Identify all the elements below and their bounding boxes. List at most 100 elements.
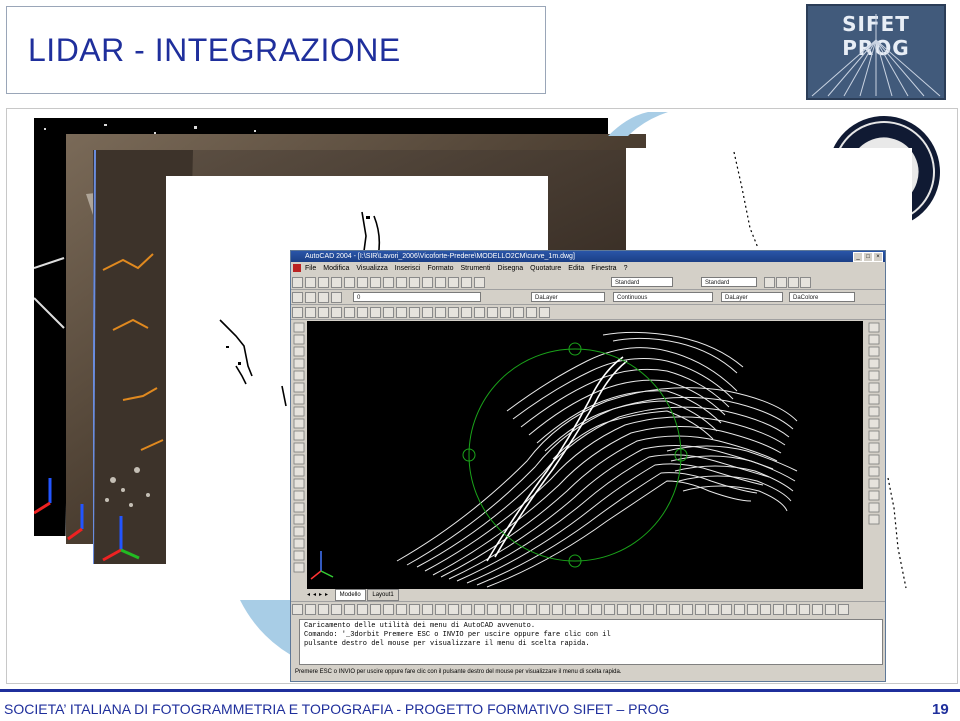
clip-icon[interactable] xyxy=(747,604,758,615)
autocad-titlebar[interactable]: AutoCAD 2004 - [I:\SIR\Lavori_2006\Vicof… xyxy=(291,251,885,262)
dim-quick-icon[interactable] xyxy=(513,604,524,615)
undo-icon[interactable] xyxy=(409,277,420,288)
dist-icon[interactable] xyxy=(764,277,775,288)
arc-icon[interactable] xyxy=(318,307,329,318)
ucs-world-icon[interactable] xyxy=(487,307,498,318)
ucs-view-icon[interactable] xyxy=(513,307,524,318)
circle-icon[interactable] xyxy=(331,307,342,318)
center-mark-icon[interactable] xyxy=(578,604,589,615)
gouraud-icon[interactable] xyxy=(812,604,823,615)
tolerance-icon[interactable] xyxy=(565,604,576,615)
snap-settings-icon[interactable] xyxy=(461,307,472,318)
render-icon-2[interactable] xyxy=(669,604,680,615)
dim-aligned-icon[interactable] xyxy=(448,604,459,615)
layer-select[interactable]: 0 xyxy=(353,292,481,302)
pan-3d-icon[interactable] xyxy=(734,604,745,615)
layer-bulb-icon[interactable] xyxy=(305,292,316,303)
dim-ordinate-icon[interactable] xyxy=(461,604,472,615)
snap-center-icon[interactable] xyxy=(383,307,394,318)
swivel-icon[interactable] xyxy=(708,604,719,615)
autocad-window[interactable]: AutoCAD 2004 - [I:\SIR\Lavori_2006\Vicof… xyxy=(290,250,886,682)
pan-icon[interactable] xyxy=(435,277,446,288)
ucs-3point-icon[interactable] xyxy=(539,307,550,318)
camera-icon[interactable] xyxy=(422,604,433,615)
ucs-origin-icon[interactable] xyxy=(526,307,537,318)
text-style-select[interactable]: Standard xyxy=(611,277,673,287)
color-select[interactable]: DaColore xyxy=(789,292,855,302)
wireframe-icon[interactable] xyxy=(786,604,797,615)
dim-continue-icon[interactable] xyxy=(539,604,550,615)
minimize-button[interactable]: _ xyxy=(853,252,863,262)
snap-quadrant-icon[interactable] xyxy=(396,307,407,318)
view-bottom-icon[interactable] xyxy=(305,604,316,615)
dim-update-icon[interactable] xyxy=(617,604,628,615)
menu-disegna[interactable]: Disegna xyxy=(497,265,523,272)
document-icon[interactable] xyxy=(293,264,301,273)
snap-perpendicular-icon[interactable] xyxy=(422,307,433,318)
shade-icon[interactable] xyxy=(643,604,654,615)
print-icon[interactable] xyxy=(331,277,342,288)
view-sw-iso-icon[interactable] xyxy=(370,604,381,615)
menu-strumenti[interactable]: Strumenti xyxy=(461,265,491,272)
tab-modello[interactable]: Modello xyxy=(334,589,366,601)
command-window[interactable]: Caricamento delle utilità dei menu di Au… xyxy=(299,619,883,665)
menu-help[interactable]: ? xyxy=(624,265,628,272)
free-orbit-icon[interactable] xyxy=(695,604,706,615)
snap-intersection-icon[interactable] xyxy=(370,307,381,318)
view-front-icon[interactable] xyxy=(344,604,355,615)
zoom-window-icon[interactable] xyxy=(461,277,472,288)
redo-icon[interactable] xyxy=(422,277,433,288)
layer-manager-icon[interactable] xyxy=(292,292,303,303)
properties-icon[interactable] xyxy=(474,277,485,288)
dim-text-edit-icon[interactable] xyxy=(604,604,615,615)
menu-file[interactable]: File xyxy=(305,265,316,272)
view-right-icon[interactable] xyxy=(331,604,342,615)
orbit-icon[interactable] xyxy=(800,277,811,288)
cut-icon[interactable] xyxy=(357,277,368,288)
line-icon[interactable] xyxy=(292,307,303,318)
linetype-select[interactable]: Continuous xyxy=(613,292,713,302)
menu-modifica[interactable]: Modifica xyxy=(323,265,349,272)
menu-visualizza[interactable]: Visualizza xyxy=(356,265,387,272)
view-se-iso-icon[interactable] xyxy=(383,604,394,615)
adjust-distance-icon[interactable] xyxy=(760,604,771,615)
render-icon[interactable] xyxy=(788,277,799,288)
orbit-icon-2[interactable] xyxy=(682,604,693,615)
view-nw-iso-icon[interactable] xyxy=(409,604,420,615)
view-left-icon[interactable] xyxy=(318,604,329,615)
dim-style-select[interactable]: Standard xyxy=(701,277,757,287)
view-back-icon[interactable] xyxy=(357,604,368,615)
layer-sun-icon[interactable] xyxy=(318,292,329,303)
zoom-3d-icon[interactable] xyxy=(721,604,732,615)
match-properties-icon[interactable] xyxy=(396,277,407,288)
layer-filter-select[interactable]: DaLayer xyxy=(531,292,605,302)
shade-edges-icon[interactable] xyxy=(838,604,849,615)
leader-icon[interactable] xyxy=(552,604,563,615)
new-icon[interactable] xyxy=(292,277,303,288)
zoom-icon[interactable] xyxy=(448,277,459,288)
dim-radius-icon[interactable] xyxy=(474,604,485,615)
ucs-icon[interactable] xyxy=(474,307,485,318)
hide-icon[interactable] xyxy=(656,604,667,615)
hidden-icon[interactable] xyxy=(825,604,836,615)
menu-edita[interactable]: Edita xyxy=(568,265,584,272)
ucs-object-icon[interactable] xyxy=(500,307,511,318)
open-icon[interactable] xyxy=(305,277,316,288)
dim-baseline-icon[interactable] xyxy=(526,604,537,615)
dim-style-icon[interactable] xyxy=(630,604,641,615)
view-ne-iso-icon[interactable] xyxy=(396,604,407,615)
close-button[interactable]: × xyxy=(873,252,883,262)
continuous-orbit-icon[interactable] xyxy=(773,604,784,615)
preview-icon[interactable] xyxy=(344,277,355,288)
snap-none-icon[interactable] xyxy=(448,307,459,318)
menu-formato[interactable]: Formato xyxy=(427,265,453,272)
view-top-icon[interactable] xyxy=(292,604,303,615)
lineweight-select[interactable]: DaLayer xyxy=(721,292,783,302)
save-icon[interactable] xyxy=(318,277,329,288)
snap-midpoint-icon[interactable] xyxy=(357,307,368,318)
paste-icon[interactable] xyxy=(383,277,394,288)
tab-layout1[interactable]: Layout1 xyxy=(367,589,399,601)
dim-edit-icon[interactable] xyxy=(591,604,602,615)
dim-diameter-icon[interactable] xyxy=(487,604,498,615)
menu-inserisci[interactable]: Inserisci xyxy=(395,265,421,272)
